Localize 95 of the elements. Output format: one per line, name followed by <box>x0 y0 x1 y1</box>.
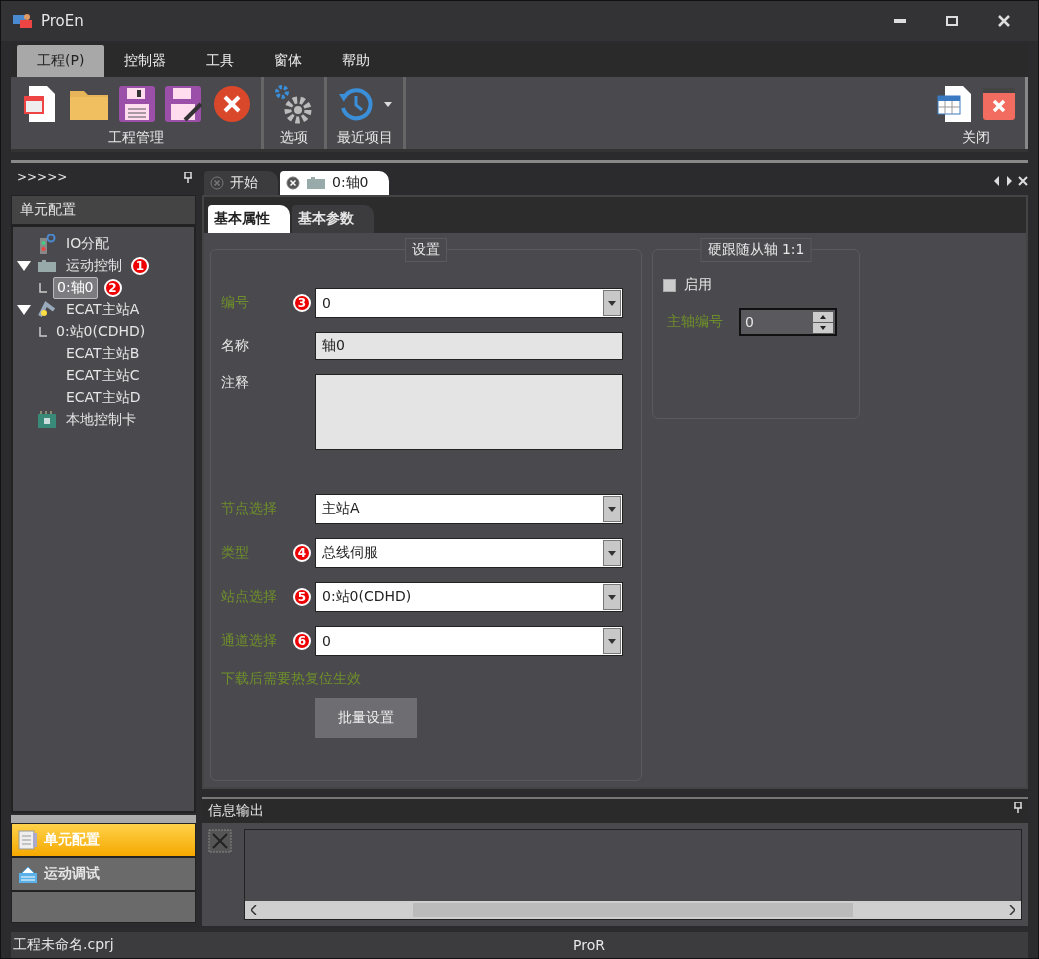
checkbox[interactable] <box>663 278 676 292</box>
number-spinner[interactable]: 0 <box>739 308 837 336</box>
dropdown-caret-icon[interactable] <box>608 550 616 556</box>
checkbox-label: 启用 <box>684 276 712 294</box>
callout-number: 2 <box>103 279 122 297</box>
close-tab-icon[interactable] <box>286 176 300 190</box>
dropdown-caret-icon[interactable] <box>608 638 616 644</box>
tree-item[interactable]: 0:轴0 <box>53 277 98 299</box>
pin-icon[interactable] <box>1014 802 1022 813</box>
menu-tab[interactable]: 窗体 <box>254 45 323 77</box>
ribbon-group-label: 最近项目 <box>337 129 393 147</box>
tree-item[interactable]: 运动控制 <box>63 256 125 276</box>
dropdown-caret-icon[interactable] <box>608 300 616 306</box>
document-tab[interactable]: 开始 <box>204 171 278 195</box>
tree-item[interactable]: 本地控制卡 <box>63 410 139 430</box>
sub-tab[interactable]: 基本属性 <box>208 205 290 233</box>
group-title: 设置 <box>405 238 447 262</box>
dropdown-field[interactable]: 主站A <box>315 494 623 524</box>
nav-button[interactable]: 运动调试 <box>11 857 196 891</box>
tree-item[interactable]: ECAT主站C <box>63 366 143 386</box>
callout-number: 5 <box>293 588 311 606</box>
close-icon[interactable] <box>1018 176 1028 186</box>
dropdown-caret-icon[interactable] <box>608 506 616 512</box>
scroll-left-icon[interactable] <box>994 176 1000 186</box>
expanded-triangle-icon[interactable] <box>17 305 31 315</box>
close-icon[interactable] <box>213 85 251 123</box>
status-text: ProR <box>573 937 605 953</box>
tree-item[interactable]: ECAT主站B <box>63 344 143 364</box>
close-icon[interactable] <box>998 15 1010 27</box>
ribbon-group-label: 选项 <box>280 129 308 147</box>
history-icon[interactable] <box>338 86 374 122</box>
field-label: 通道选择 <box>221 632 278 650</box>
save-edit-icon[interactable] <box>165 86 203 122</box>
maximize-icon[interactable] <box>946 16 958 26</box>
callout-number: 4 <box>293 544 311 562</box>
dropdown-field[interactable]: 0 <box>315 288 623 318</box>
robot-arm-icon <box>37 300 57 320</box>
field-label: 编号 <box>221 294 250 312</box>
scroll-left-icon[interactable] <box>251 905 257 915</box>
pin-icon[interactable] <box>184 171 192 183</box>
callout-number: 1 <box>131 257 149 275</box>
settings-icon[interactable] <box>274 84 314 124</box>
document-tab[interactable]: 0:轴0 <box>280 171 389 195</box>
dropdown-caret-icon[interactable] <box>384 101 392 107</box>
close-window-icon[interactable] <box>983 88 1015 120</box>
cake-icon <box>18 864 38 884</box>
dropdown-field[interactable]: 0 <box>315 626 623 656</box>
menu-tab[interactable]: 工程(P) <box>17 45 105 77</box>
tree-connector <box>39 327 47 337</box>
horizontal-scrollbar[interactable] <box>245 901 1021 919</box>
field-label: 站点选择 <box>221 588 278 606</box>
window-title: ProEn <box>41 12 85 30</box>
tree-item[interactable]: IO分配 <box>63 234 113 254</box>
module-icon <box>37 260 57 272</box>
clear-icon[interactable] <box>208 829 232 853</box>
tree-connector <box>39 283 47 293</box>
app-icon <box>13 13 33 29</box>
group-title: 硬跟随从轴 1:1 <box>700 238 812 262</box>
document-icon <box>18 830 38 850</box>
panel-title: 信息输出 <box>208 802 264 820</box>
signal-light-icon <box>38 234 56 254</box>
hint-text: 下载后需要热复位生效 <box>221 670 362 688</box>
save-icon[interactable] <box>119 86 155 122</box>
menu-tab[interactable]: 工具 <box>186 45 255 77</box>
callout-number: 6 <box>293 632 311 650</box>
circuit-board-icon <box>37 411 57 429</box>
text-field[interactable]: 轴0 <box>315 332 623 360</box>
dropdown-caret-icon[interactable] <box>608 594 616 600</box>
ribbon-group-label: 工程管理 <box>108 129 164 147</box>
field-label: 主轴编号 <box>667 313 723 331</box>
tree-item[interactable]: 0:站0(CDHD) <box>53 322 149 342</box>
module-icon <box>306 177 326 189</box>
text-area[interactable] <box>315 374 623 450</box>
spreadsheet-document-icon[interactable] <box>937 85 973 123</box>
field-label: 名称 <box>221 337 250 355</box>
field-label: 类型 <box>221 544 250 562</box>
sub-tab[interactable]: 基本参数 <box>292 205 374 233</box>
tree-item[interactable]: ECAT主站A <box>63 300 143 320</box>
status-file-name: 工程未命名.cprj <box>13 936 115 954</box>
collapse-chevrons[interactable]: >>>>> <box>17 170 68 184</box>
dropdown-field[interactable]: 0:站0(CDHD) <box>315 582 623 612</box>
scroll-right-icon[interactable] <box>1006 176 1012 186</box>
dropdown-field[interactable]: 总线伺服 <box>315 538 623 568</box>
ribbon-group-label: 关闭 <box>962 129 990 147</box>
splitter-handle[interactable] <box>11 815 196 823</box>
field-label: 注释 <box>221 374 250 392</box>
batch-settings-button[interactable]: 批量设置 <box>315 698 417 738</box>
expanded-triangle-icon[interactable] <box>17 261 31 271</box>
tree-item[interactable]: ECAT主站D <box>63 388 144 408</box>
panel-title: 单元配置 <box>11 195 196 225</box>
scroll-right-icon[interactable] <box>1009 905 1015 915</box>
menu-tab[interactable]: 帮助 <box>322 45 391 77</box>
field-label: 节点选择 <box>221 500 278 518</box>
callout-number: 3 <box>293 294 311 312</box>
menu-tab[interactable]: 控制器 <box>104 45 187 77</box>
